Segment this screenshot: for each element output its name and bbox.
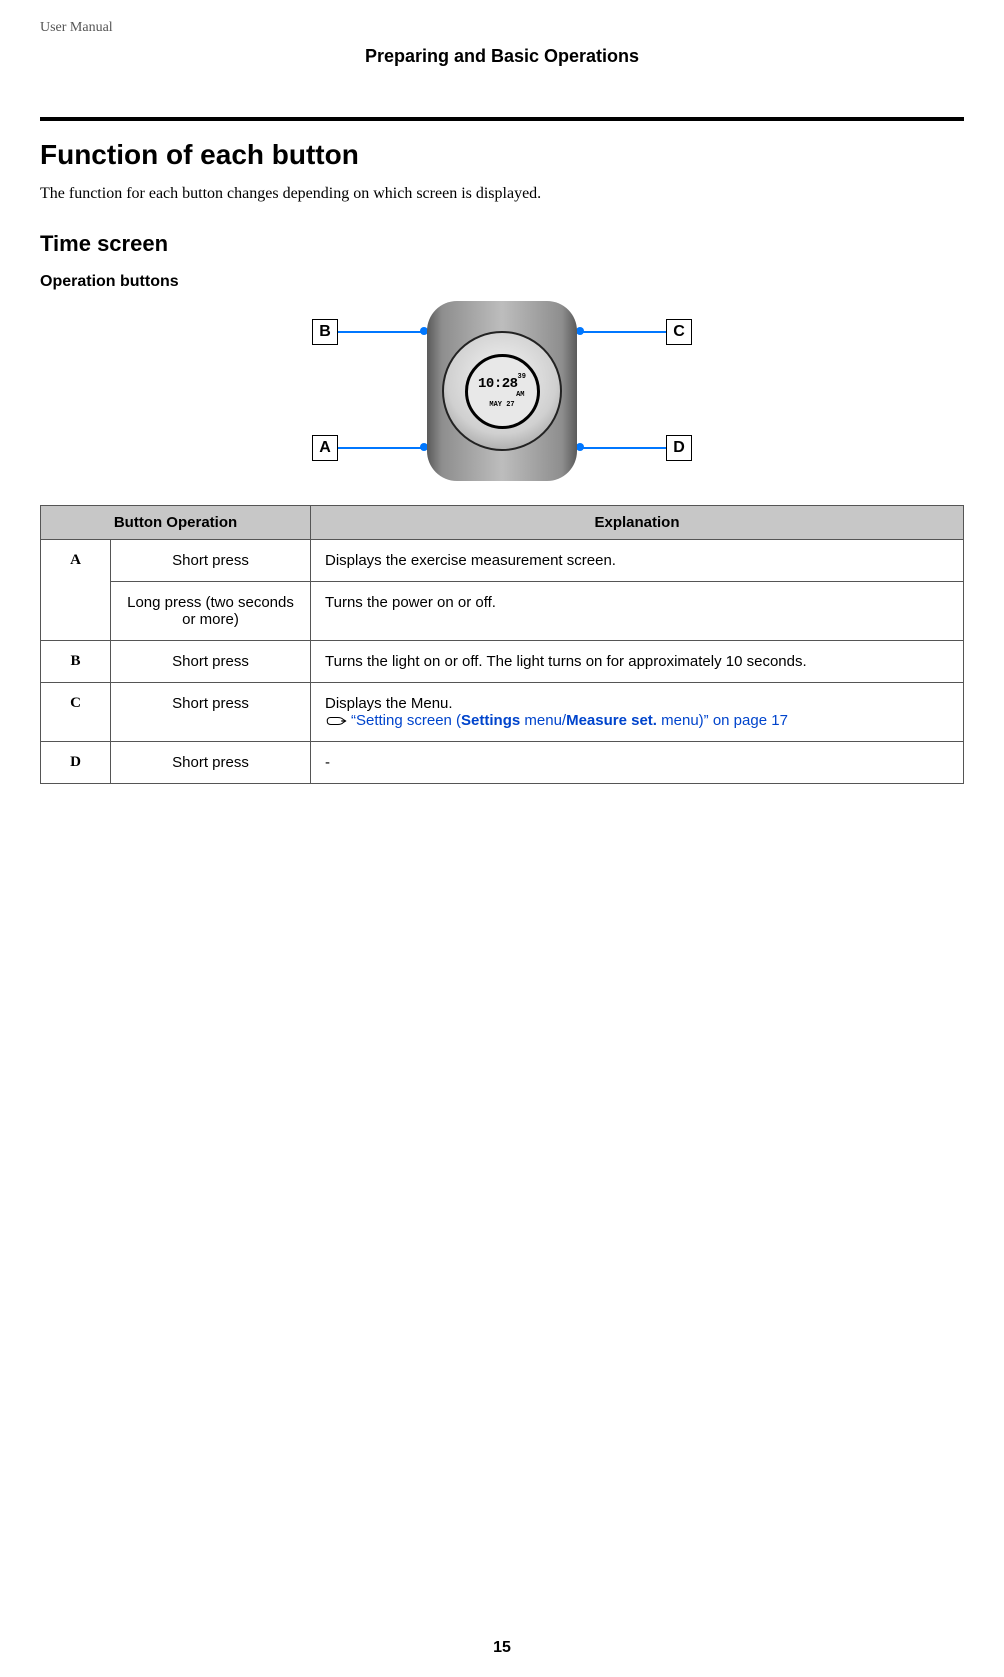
callout-line [338, 447, 424, 449]
table-row: D Short press - [41, 742, 964, 784]
watch-time: 10:28 [478, 376, 518, 392]
callout-dot [576, 443, 584, 451]
table-row: A Short press Displays the exercise meas… [41, 540, 964, 582]
pointing-hand-icon [325, 714, 347, 728]
subsection-heading: Time screen [40, 231, 964, 257]
explanation-cell: Displays the exercise measurement screen… [311, 540, 964, 582]
callout-d: D [666, 435, 692, 461]
callout-line [580, 447, 666, 449]
intro-paragraph: The function for each button changes dep… [40, 185, 964, 203]
watch-seconds: 39 [518, 374, 526, 381]
explanation-cell: Turns the power on or off. [311, 582, 964, 641]
callout-b: B [312, 319, 338, 345]
button-id-d: D [41, 742, 111, 784]
watch-date: MAY 27 [489, 401, 514, 409]
action-cell: Short press [111, 742, 311, 784]
button-id-b: B [41, 641, 111, 683]
callout-line [580, 331, 666, 333]
col-operation: Button Operation [41, 506, 311, 540]
callout-c: C [666, 319, 692, 345]
watch-ampm: AM [516, 392, 524, 399]
explanation-cell: Displays the Menu. “Setting screen (Sett… [311, 683, 964, 742]
action-cell: Short press [111, 540, 311, 582]
callout-dot [576, 327, 584, 335]
explanation-cell: - [311, 742, 964, 784]
explanation-cell: Turns the light on or off. The light tur… [311, 641, 964, 683]
chapter-title: Preparing and Basic Operations [40, 46, 964, 67]
button-id-c: C [41, 683, 111, 742]
explanation-line1: Displays the Menu. [325, 695, 453, 712]
doc-type-label: User Manual [40, 20, 964, 36]
section-heading: Function of each button [40, 139, 964, 171]
cross-reference-link[interactable]: “Setting screen (Settings menu/Measure s… [351, 712, 788, 729]
table-row: C Short press Displays the Menu. “Settin… [41, 683, 964, 742]
watch-illustration: 10:2839 AM MAY 27 [427, 301, 577, 481]
subsub-heading: Operation buttons [40, 273, 964, 291]
button-diagram: B C A D 10:2839 AM MAY 27 [40, 301, 964, 481]
callout-a: A [312, 435, 338, 461]
action-cell: Short press [111, 683, 311, 742]
button-id-a: A [41, 540, 111, 641]
button-operations-table: Button Operation Explanation A Short pre… [40, 505, 964, 784]
action-cell: Long press (two seconds or more) [111, 582, 311, 641]
table-row: Long press (two seconds or more) Turns t… [41, 582, 964, 641]
divider [40, 117, 964, 121]
table-row: B Short press Turns the light on or off.… [41, 641, 964, 683]
col-explanation: Explanation [311, 506, 964, 540]
page-number: 15 [0, 1639, 1004, 1657]
action-cell: Short press [111, 641, 311, 683]
callout-line [338, 331, 424, 333]
